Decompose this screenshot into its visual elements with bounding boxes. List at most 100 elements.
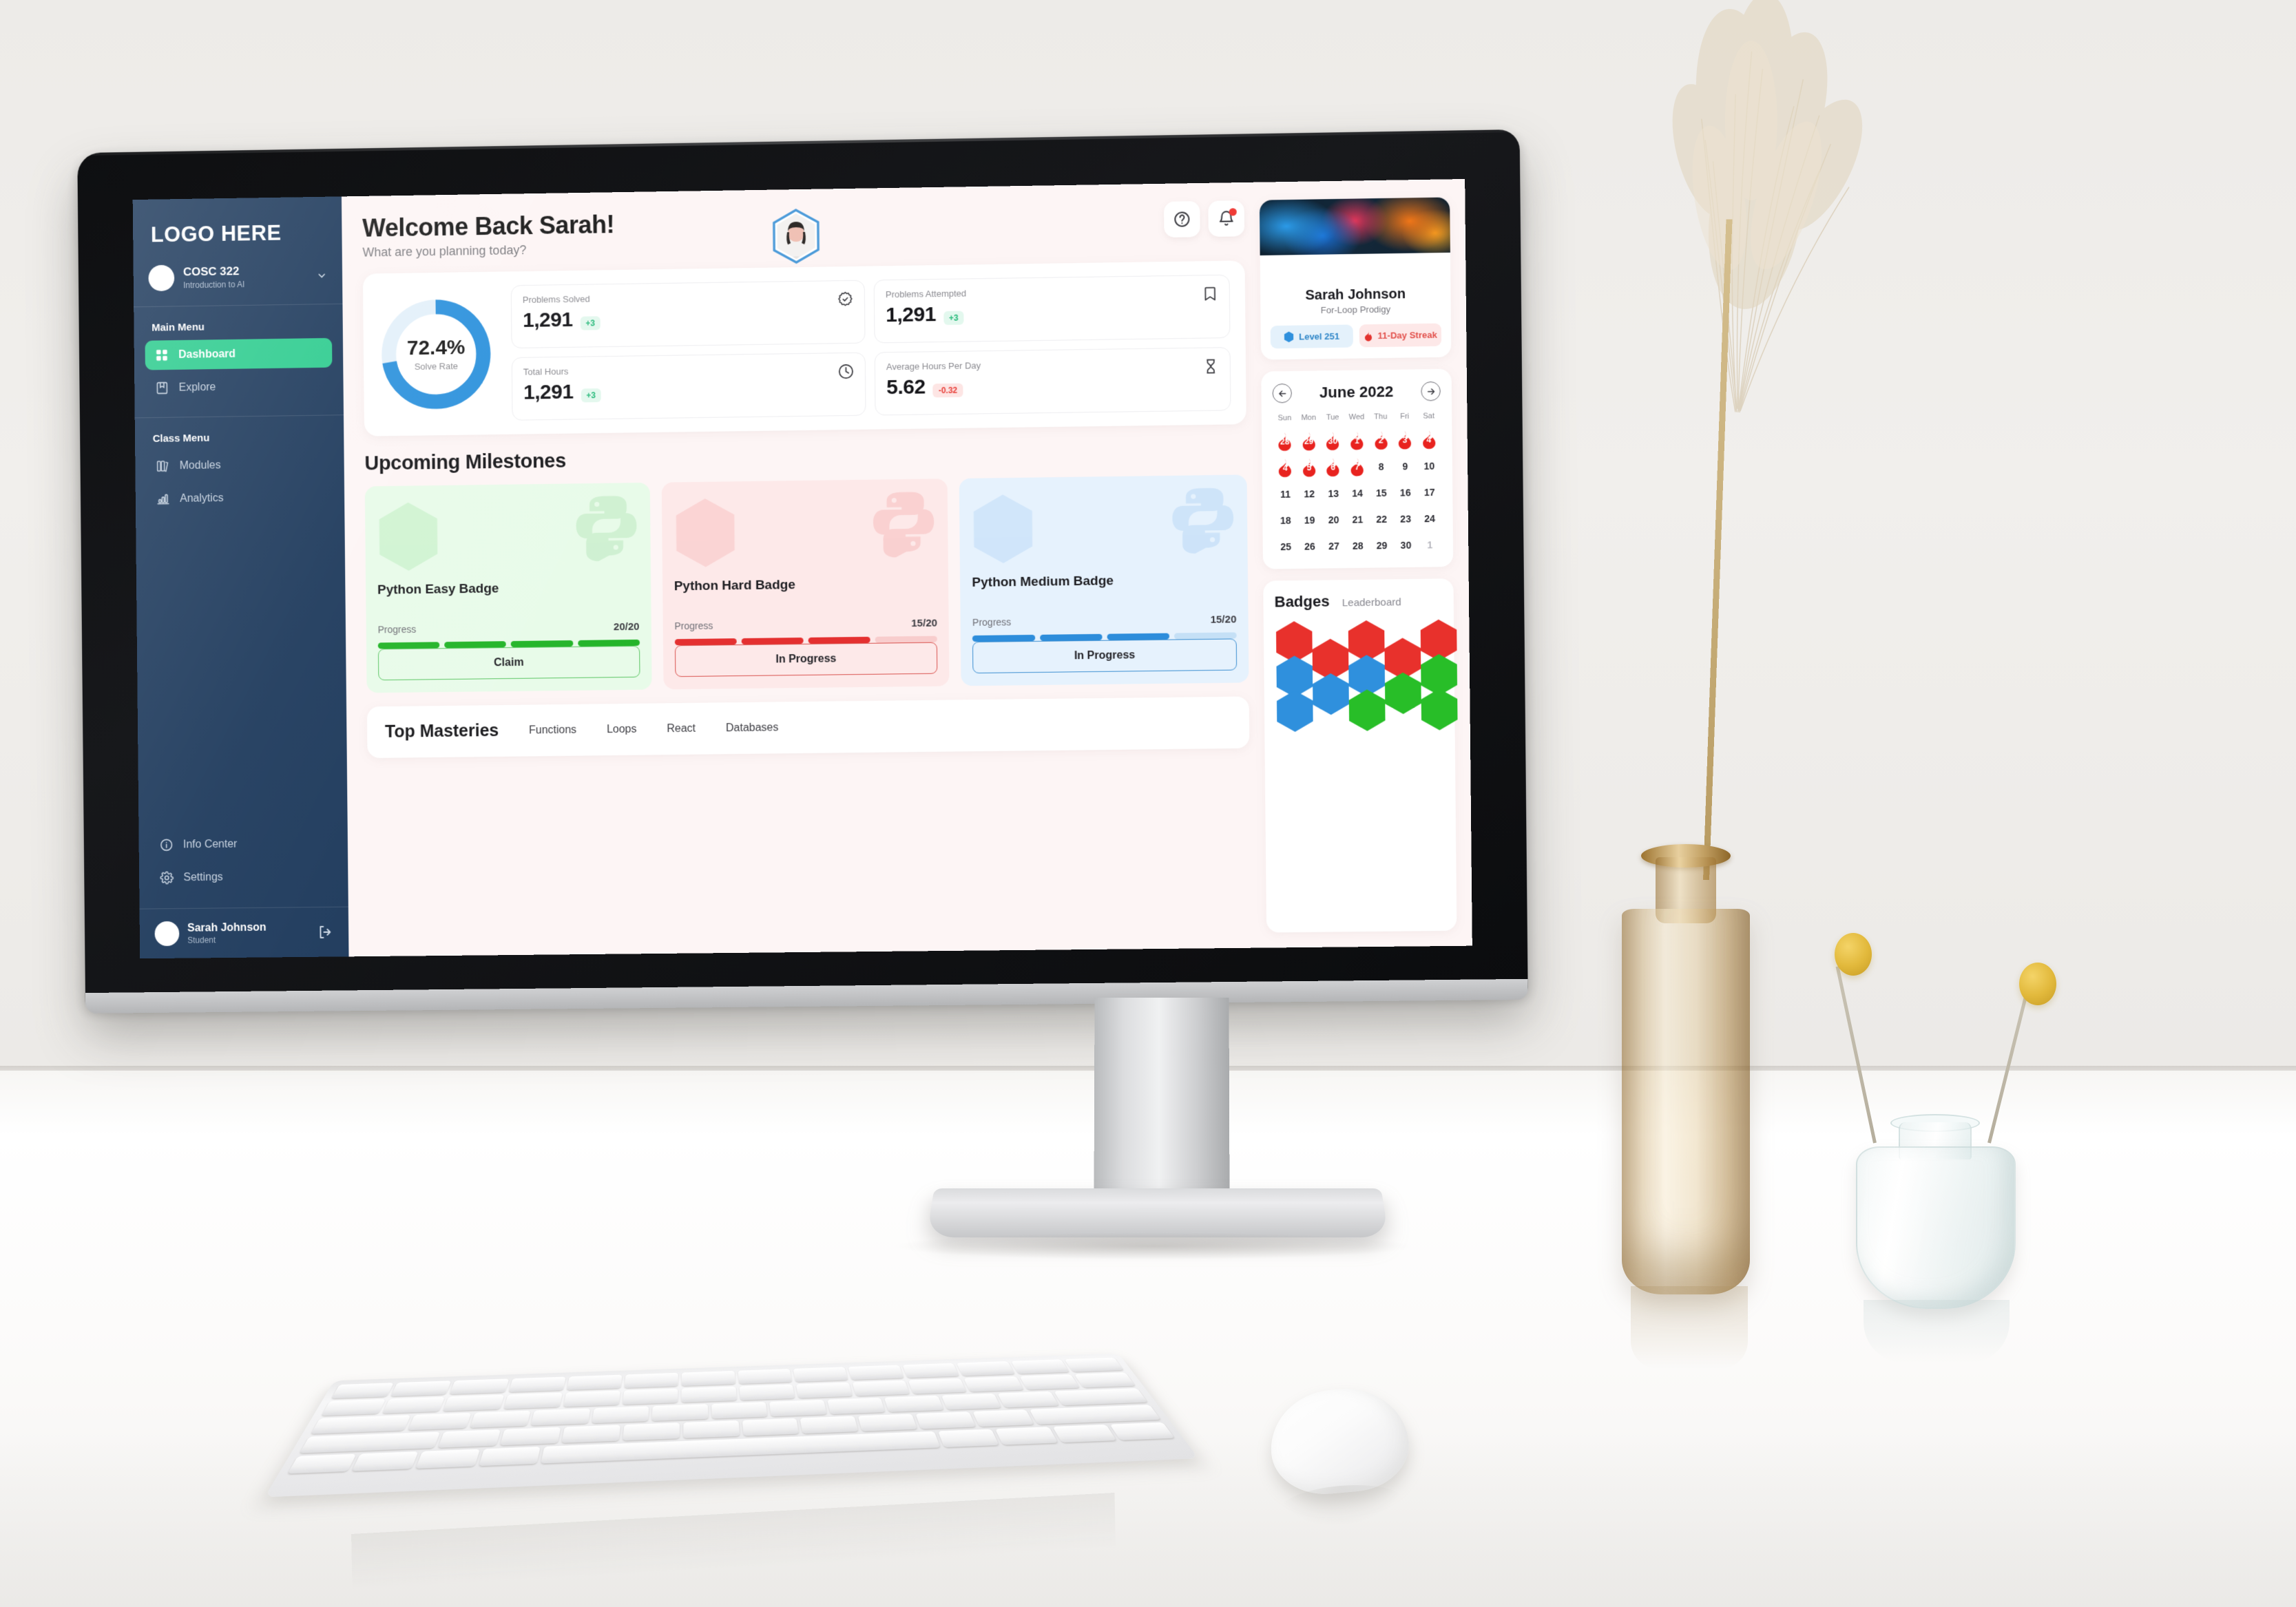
calendar-day-cell[interactable]: 2 xyxy=(1369,430,1393,450)
keyboard-key[interactable] xyxy=(857,1414,917,1431)
keyboard-key[interactable] xyxy=(478,1447,541,1467)
keyboard-key[interactable] xyxy=(1054,1388,1148,1406)
keyboard-key[interactable] xyxy=(1064,1357,1124,1372)
keyboard-key[interactable] xyxy=(908,1378,967,1394)
keyboard-key[interactable] xyxy=(1019,1374,1080,1390)
calendar-day-cell[interactable]: 22 xyxy=(1370,509,1394,529)
calendar-day-cell[interactable]: 16 xyxy=(1393,482,1417,503)
calendar-day-cell[interactable]: 19 xyxy=(1297,510,1322,530)
calendar-day-cell[interactable]: 28 xyxy=(1346,535,1370,556)
keyboard-key[interactable] xyxy=(438,1429,501,1448)
keyboard-key[interactable] xyxy=(287,1453,357,1474)
calendar-day-cell[interactable]: 13 xyxy=(1322,483,1346,504)
calendar-day-cell[interactable]: 7 xyxy=(1345,456,1369,477)
calendar-day-cell[interactable]: 14 xyxy=(1345,483,1369,503)
keyboard-key[interactable] xyxy=(826,1397,886,1415)
keyboard-key[interactable] xyxy=(941,1393,1002,1410)
keyboard-key[interactable] xyxy=(902,1363,960,1378)
calendar-day-cell[interactable]: 28 xyxy=(1273,431,1297,452)
sidebar-item-explore[interactable]: Explore xyxy=(145,371,333,403)
mastery-item-loops[interactable]: Loops xyxy=(607,723,637,735)
keyboard-key[interactable] xyxy=(681,1370,735,1386)
keyboard-key[interactable] xyxy=(852,1380,910,1396)
keyboard-key[interactable] xyxy=(331,1383,395,1399)
calendar-day-cell[interactable]: 6 xyxy=(1321,456,1345,477)
keyboard-key[interactable] xyxy=(793,1367,848,1383)
keyboard-key[interactable] xyxy=(561,1425,620,1443)
keyboard-key[interactable] xyxy=(681,1386,737,1403)
keyboard-key[interactable] xyxy=(915,1411,976,1429)
keyboard-key[interactable] xyxy=(769,1399,827,1417)
calendar-day-cell[interactable]: 20 xyxy=(1322,510,1346,530)
keyboard-key[interactable] xyxy=(884,1395,944,1412)
keyboard-key[interactable] xyxy=(321,1398,386,1416)
calendar-day-cell[interactable]: 30 xyxy=(1394,535,1418,556)
badge-hexagon[interactable] xyxy=(1311,673,1350,716)
keyboard-key[interactable] xyxy=(738,1369,792,1385)
mastery-item-functions[interactable]: Functions xyxy=(529,724,576,737)
keyboard-key[interactable] xyxy=(624,1372,679,1388)
keyboard-key[interactable] xyxy=(972,1409,1034,1427)
keyboard-key[interactable] xyxy=(469,1410,531,1428)
keyboard-key[interactable] xyxy=(1074,1372,1136,1388)
sidebar-item-dashboard[interactable]: Dashboard xyxy=(145,337,333,370)
calendar-day-cell[interactable]: 10 xyxy=(1417,456,1441,476)
keyboard-key[interactable] xyxy=(795,1382,853,1398)
calendar-day-cell[interactable]: 21 xyxy=(1346,509,1370,529)
calendar-day-cell[interactable]: 27 xyxy=(1322,536,1346,556)
calendar-day-cell[interactable]: 17 xyxy=(1417,482,1441,503)
calendar-day-cell[interactable]: 25 xyxy=(1274,536,1298,557)
logout-icon[interactable] xyxy=(317,924,333,941)
keyboard-key[interactable] xyxy=(711,1402,768,1419)
keyboard-key[interactable] xyxy=(530,1408,590,1426)
keyboard-key[interactable] xyxy=(503,1392,563,1409)
calendar-day-cell[interactable]: 8 xyxy=(1369,456,1393,476)
calendar-day-cell[interactable]: 1 xyxy=(1345,430,1369,451)
calendar-day-cell[interactable]: 26 xyxy=(1297,536,1322,556)
sidebar-item-analytics[interactable]: Analytics xyxy=(146,482,333,514)
keyboard-key[interactable] xyxy=(963,1376,1024,1392)
mastery-item-databases[interactable]: Databases xyxy=(726,722,779,735)
keyboard-key[interactable] xyxy=(1010,1359,1069,1374)
calendar-day-cell[interactable]: 29 xyxy=(1370,535,1394,556)
badges-tab-badges[interactable]: Badges xyxy=(1274,593,1329,611)
keyboard-key[interactable] xyxy=(450,1378,509,1395)
keyboard-key[interactable] xyxy=(566,1374,623,1390)
keyboard-key[interactable] xyxy=(651,1404,709,1421)
calendar-prev-button[interactable] xyxy=(1272,384,1292,403)
sidebar-item-settings[interactable]: Settings xyxy=(150,861,337,893)
milestone-action-button[interactable]: Claim xyxy=(377,645,640,681)
keyboard-key[interactable] xyxy=(382,1396,446,1414)
calendar-day-cell[interactable]: 29 xyxy=(1297,431,1321,452)
keyboard-key[interactable] xyxy=(937,1429,1000,1448)
keyboard-key[interactable] xyxy=(623,1422,680,1441)
calendar-day-cell[interactable]: 24 xyxy=(1417,508,1441,529)
keyboard-key[interactable] xyxy=(415,1449,480,1469)
badges-tab-leaderboard[interactable]: Leaderboard xyxy=(1342,596,1401,609)
keyboard-key[interactable] xyxy=(299,1431,441,1453)
keyboard-key[interactable] xyxy=(351,1451,419,1471)
badge-hexagon[interactable] xyxy=(1348,689,1387,732)
keyboard-key[interactable] xyxy=(997,1391,1059,1408)
keyboard-key[interactable] xyxy=(592,1406,649,1424)
mastery-item-react[interactable]: React xyxy=(667,722,696,735)
keyboard-key[interactable] xyxy=(848,1365,904,1380)
keyboard-key[interactable] xyxy=(563,1390,621,1407)
calendar-day-cell[interactable]: 23 xyxy=(1394,508,1418,529)
milestone-action-button[interactable]: In Progress xyxy=(674,642,938,678)
keyboard-key[interactable] xyxy=(957,1361,1015,1376)
keyboard-key[interactable] xyxy=(390,1380,452,1397)
keyboard-key[interactable] xyxy=(683,1420,740,1438)
keyboard-key[interactable] xyxy=(623,1388,678,1405)
calendar-next-button[interactable] xyxy=(1421,381,1441,401)
keyboard-key[interactable] xyxy=(742,1418,800,1436)
keyboard-key[interactable] xyxy=(408,1412,472,1431)
keyboard-key[interactable] xyxy=(508,1376,566,1393)
help-button[interactable] xyxy=(1163,201,1200,238)
calendar-day-cell[interactable]: 11 xyxy=(1273,483,1297,504)
calendar-day-cell[interactable]: 18 xyxy=(1273,510,1297,531)
calendar-day-cell[interactable]: 12 xyxy=(1297,483,1322,504)
notifications-button[interactable] xyxy=(1208,200,1245,238)
sidebar-user-profile[interactable]: Sarah Johnson Student xyxy=(140,907,349,959)
keyboard-key[interactable] xyxy=(800,1416,859,1434)
